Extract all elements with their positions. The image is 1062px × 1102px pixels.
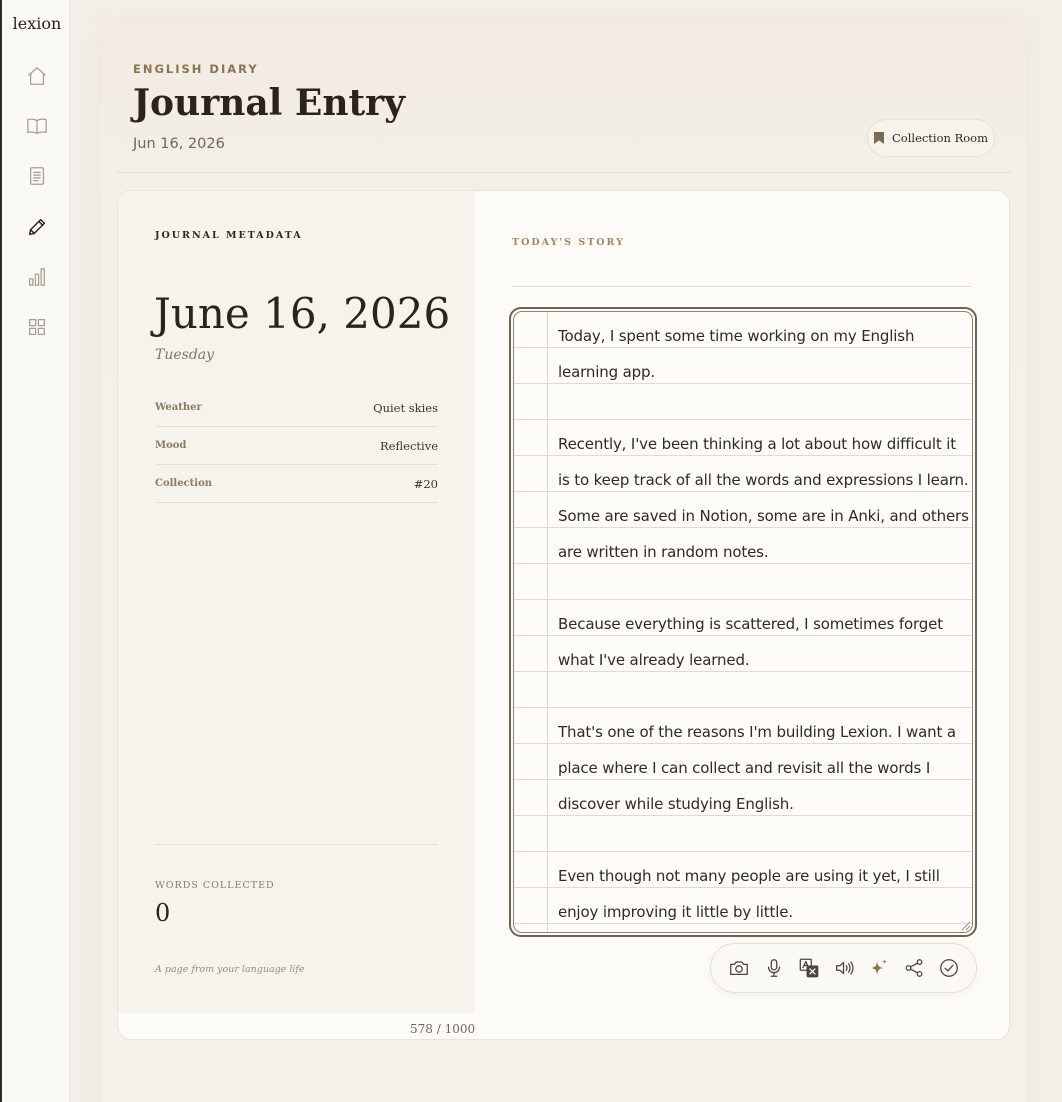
meta-value: #20 bbox=[413, 476, 438, 491]
microphone-icon bbox=[767, 959, 780, 977]
sidebar-item-document[interactable] bbox=[24, 163, 50, 189]
brand-logo[interactable]: lexion bbox=[2, 14, 72, 33]
story-editor-frame: Today, I spent some time working on my E… bbox=[509, 307, 977, 937]
document-icon bbox=[29, 167, 45, 185]
share-icon bbox=[905, 959, 922, 977]
page-title: Journal Entry bbox=[133, 82, 406, 124]
words-collected-label: WORDS COLLECTED bbox=[155, 880, 275, 891]
book-icon bbox=[27, 118, 47, 134]
ai-assist-button[interactable] bbox=[866, 955, 892, 981]
camera-icon bbox=[729, 961, 748, 976]
metadata-panel: JOURNAL METADATA June 16, 2026 Tuesday W… bbox=[118, 191, 475, 1013]
entry-date: June 16, 2026 bbox=[154, 289, 451, 338]
metadata-heading: JOURNAL METADATA bbox=[155, 230, 303, 241]
character-count: 578 / 1000 bbox=[410, 1022, 476, 1036]
meta-row-weather: Weather Quiet skies bbox=[155, 389, 438, 427]
collection-room-label: Collection Room bbox=[891, 131, 989, 145]
collection-room-button[interactable]: Collection Room bbox=[867, 119, 995, 157]
translate-button[interactable] bbox=[796, 955, 822, 981]
story-heading: TODAY'S STORY bbox=[512, 237, 625, 248]
entry-weekday: Tuesday bbox=[155, 347, 215, 363]
sidebar-item-stats[interactable] bbox=[24, 264, 50, 290]
main-content: ENGLISH DIARY Journal Entry Jun 16, 2026… bbox=[101, 24, 1026, 1102]
meta-row-mood: Mood Reflective bbox=[155, 427, 438, 465]
bar-chart-icon bbox=[29, 268, 45, 286]
pencil-icon bbox=[28, 218, 46, 236]
speaker-icon bbox=[835, 961, 854, 975]
translate-icon bbox=[799, 958, 818, 978]
story-divider bbox=[512, 286, 972, 287]
speaker-button[interactable] bbox=[831, 955, 857, 981]
page-eyebrow: ENGLISH DIARY bbox=[133, 62, 259, 76]
sidebar-item-home[interactable] bbox=[24, 63, 50, 89]
sidebar: lexion bbox=[0, 0, 70, 1102]
story-editor[interactable]: Today, I spent some time working on my E… bbox=[513, 311, 973, 933]
bookmark-icon bbox=[873, 132, 884, 144]
editor-toolbar bbox=[710, 943, 977, 993]
check-circle-icon bbox=[939, 959, 958, 977]
meta-key: Mood bbox=[155, 440, 187, 451]
home-icon bbox=[28, 67, 46, 85]
header-divider bbox=[117, 172, 1011, 173]
sidebar-item-grid[interactable] bbox=[24, 314, 50, 340]
meta-value: Reflective bbox=[380, 438, 438, 453]
words-collected-count: 0 bbox=[155, 899, 171, 927]
sparkle-icon bbox=[870, 959, 887, 975]
microphone-button[interactable] bbox=[761, 955, 787, 981]
save-button[interactable] bbox=[936, 955, 962, 981]
journal-card: JOURNAL METADATA June 16, 2026 Tuesday W… bbox=[117, 190, 1010, 1040]
metadata-tagline: A page from your language life bbox=[155, 964, 305, 975]
meta-row-collection: Collection #20 bbox=[155, 465, 438, 503]
meta-key: Collection bbox=[155, 478, 213, 489]
camera-button[interactable] bbox=[726, 955, 752, 981]
sidebar-item-journal[interactable] bbox=[24, 214, 50, 240]
meta-key: Weather bbox=[155, 402, 202, 413]
meta-value: Quiet skies bbox=[373, 400, 438, 415]
story-text[interactable]: Today, I spent some time working on my E… bbox=[558, 318, 970, 930]
page-date: Jun 16, 2026 bbox=[133, 136, 225, 152]
share-button[interactable] bbox=[901, 955, 927, 981]
sidebar-item-book[interactable] bbox=[24, 113, 50, 139]
resize-handle[interactable] bbox=[962, 922, 970, 930]
metadata-divider bbox=[155, 844, 438, 845]
grid-icon bbox=[29, 319, 45, 335]
